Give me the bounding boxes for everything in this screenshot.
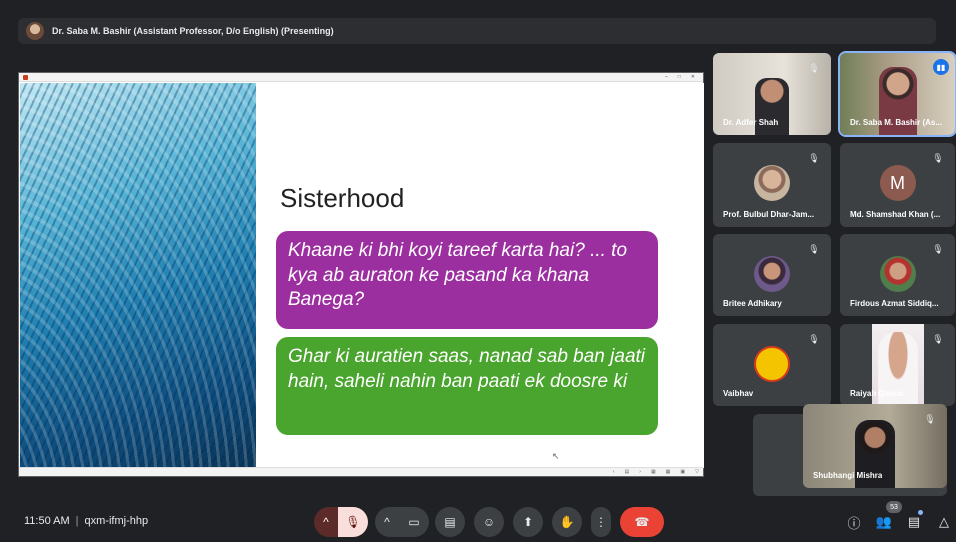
participant-name: Vaibhav (723, 389, 754, 398)
participant-avatar (879, 256, 916, 292)
participant-avatar-letter: M (879, 165, 916, 201)
participant-avatar (754, 256, 790, 292)
powerpoint-titlebar: – □ ✕ (19, 73, 703, 82)
participant-tile[interactable]: 🎙︎ Dr. Adfer Shah (713, 53, 831, 135)
participant-tile[interactable]: M 🎙︎ Md. Shamshad Khan (... (840, 143, 955, 227)
activities-icon: △ (939, 514, 949, 529)
presenter-label: Dr. Saba M. Bashir (Assistant Professor,… (52, 26, 334, 36)
mic-off-icon: 🎙︎ (808, 62, 820, 73)
participant-tile-active-speaker[interactable]: ▮▮ Dr. Saba M. Bashir (As... (838, 51, 956, 137)
meeting-time: 11:50 AM (24, 515, 70, 527)
participant-count-badge: 53 (886, 501, 902, 513)
end-call-icon: ☎ (634, 515, 650, 529)
window-controls: – □ ✕ (665, 74, 703, 80)
slideshow-icon: ▽ (695, 469, 699, 475)
break-the-shame-logo (754, 346, 790, 382)
mic-off-icon: 🎙︎ (345, 515, 361, 529)
raise-hand-icon: ✋ (559, 515, 575, 529)
camera-icon: ▭ (408, 515, 420, 529)
emoji-reaction-button[interactable]: ☺ (474, 507, 504, 537)
notes-icon: ▤ (624, 469, 630, 475)
captions-button[interactable]: ▤ (435, 507, 465, 537)
end-call-button[interactable]: ☎ (620, 507, 664, 537)
next-slide-icon: › (639, 469, 641, 475)
participant-tile[interactable]: 🎙︎ Raiyah Qamar (840, 324, 955, 406)
present-icon: ⬆ (522, 515, 534, 529)
shared-screen: – □ ✕ Sisterhood Khaane ki bhi koyi tare… (18, 72, 704, 477)
participant-name: Britee Adhikary (723, 299, 782, 308)
camera-options-button[interactable]: ^ (375, 507, 399, 537)
participant-tile[interactable]: 🎙︎ Prof. Bulbul Dhar-Jam... (713, 143, 831, 227)
people-icon: 👥 (875, 514, 893, 529)
mic-off-icon: 🎙︎ (808, 243, 820, 254)
activities-button[interactable]: △ (935, 513, 953, 531)
participant-tile[interactable]: 🎙︎ Britee Adhikary (713, 234, 831, 316)
mic-off-icon: 🎙︎ (924, 413, 936, 424)
powerpoint-icon (23, 74, 28, 80)
mouse-cursor-icon: ↖ (552, 451, 560, 461)
more-options-button[interactable]: ⋮ (591, 507, 611, 537)
participant-name: Raiyah Qamar (850, 389, 904, 398)
slide-title: Sisterhood (280, 183, 405, 213)
info-icon: ⓘ (847, 515, 861, 531)
participant-name: Dr. Saba M. Bashir (As... (850, 118, 943, 127)
powerpoint-statusbar: ‹ ▤ › ▦ ▦ ▣ ▽ (19, 467, 703, 476)
quote-box-purple: Khaane ki bhi koyi tareef karta hai? ...… (276, 231, 658, 329)
captions-icon: ▤ (444, 515, 456, 529)
chat-button[interactable]: ▤ (905, 513, 923, 531)
microphone-toggle-button[interactable]: 🎙︎ (338, 507, 368, 537)
more-options-icon: ⋮ (595, 515, 607, 529)
participant-name: Shubhangi Mishra (813, 471, 883, 480)
speaking-indicator-icon: ▮▮ (933, 59, 949, 75)
prev-slide-icon: ‹ (612, 469, 615, 475)
statusbar-controls: ‹ ▤ › ▦ ▦ ▣ ▽ (613, 469, 699, 475)
participant-tile-self-view[interactable]: 🎙︎ Shubhangi Mishra (803, 404, 947, 488)
close-icon: ✕ (690, 74, 695, 80)
mic-off-icon: 🎙︎ (808, 152, 820, 163)
mic-off-icon: 🎙︎ (932, 152, 944, 163)
participant-name: Dr. Adfer Shah (723, 118, 779, 127)
participant-tile[interactable]: 🎙︎ Vaibhav (713, 324, 831, 406)
participant-name: Firdous Azmat Siddiq... (850, 299, 939, 308)
quote-box-green: Ghar ki auratien saas, nanad sab ban jaa… (276, 337, 658, 435)
mic-options-button[interactable]: ^ (314, 507, 338, 537)
participant-tile[interactable]: 🎙︎ Firdous Azmat Siddiq... (840, 234, 955, 316)
mic-off-icon: 🎙︎ (932, 243, 944, 254)
participant-name: Md. Shamshad Khan (... (850, 210, 941, 219)
mic-off-icon: 🎙︎ (932, 333, 944, 344)
slide: Sisterhood Khaane ki bhi koyi tareef kar… (20, 83, 704, 468)
meeting-code: qxm-ifmj-hhp (84, 515, 149, 527)
maximize-icon: □ (677, 74, 681, 80)
chevron-up-icon: ^ (323, 515, 329, 529)
participant-avatar (754, 165, 790, 201)
sorter-view-icon: ▦ (665, 469, 671, 475)
chat-notification-dot (918, 510, 923, 515)
present-screen-button[interactable]: ⬆ (513, 507, 543, 537)
separator: | (75, 515, 79, 527)
meeting-details-button[interactable]: ⓘ (845, 513, 863, 531)
minimize-icon: – (664, 74, 668, 80)
slide-wave-art (20, 83, 256, 468)
people-button[interactable]: 👥 (875, 513, 893, 531)
reading-view-icon: ▣ (680, 469, 686, 475)
participant-name: Prof. Bulbul Dhar-Jam... (723, 210, 815, 219)
raise-hand-button[interactable]: ✋ (552, 507, 582, 537)
normal-view-icon: ▦ (650, 469, 656, 475)
chevron-up-icon: ^ (384, 515, 390, 529)
emoji-icon: ☺ (482, 515, 496, 529)
mic-off-icon: 🎙︎ (808, 333, 820, 344)
presenter-bar: Dr. Saba M. Bashir (Assistant Professor,… (18, 18, 936, 44)
presenter-avatar (26, 22, 44, 40)
bottom-control-bar: 11:50 AM | qxm-ifmj-hhp ^ 🎙︎ ^ ▭ ▤ ☺ ⬆ ✋… (0, 500, 956, 542)
camera-toggle-button[interactable]: ▭ (399, 507, 429, 537)
meeting-info: 11:50 AM | qxm-ifmj-hhp (24, 515, 148, 527)
chat-icon: ▤ (907, 514, 921, 529)
